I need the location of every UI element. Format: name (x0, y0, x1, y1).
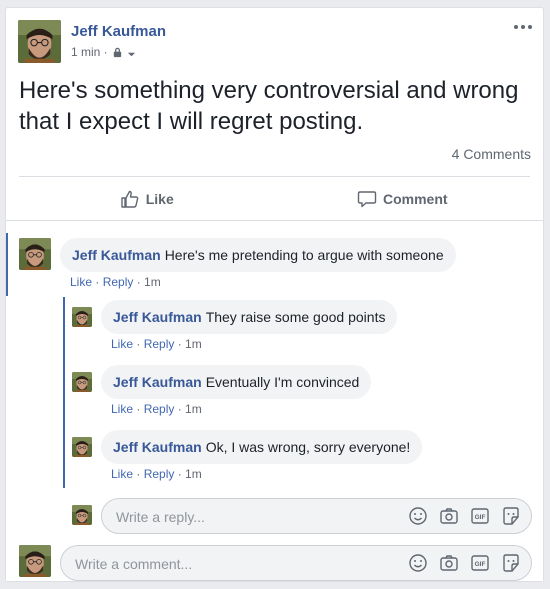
comment-input[interactable] (73, 546, 337, 582)
reply-thread-bar (63, 297, 65, 488)
caret-down-icon[interactable] (127, 48, 136, 57)
comments-section: Jeff Kaufman Here's me pretending to argu… (6, 220, 543, 582)
reply-like-link[interactable]: Like (111, 467, 133, 481)
avatar[interactable] (18, 20, 61, 63)
reply-time[interactable]: 1m (185, 337, 202, 351)
gif-icon[interactable]: GIF (470, 506, 490, 526)
comment-icon (357, 190, 377, 207)
post-time[interactable]: 1 min · (71, 45, 108, 59)
svg-text:GIF: GIF (475, 514, 486, 521)
comment-actions: Like · Reply · 1m (70, 275, 161, 289)
lock-icon[interactable] (112, 47, 123, 58)
camera-icon[interactable] (439, 506, 459, 526)
gif-icon[interactable]: GIF (470, 553, 490, 573)
avatar[interactable] (72, 307, 92, 327)
avatar[interactable] (72, 437, 92, 457)
post-author-name[interactable]: Jeff Kaufman (71, 23, 166, 40)
emoji-icon[interactable] (408, 506, 428, 526)
comment-author-name[interactable]: Jeff Kaufman (72, 247, 161, 263)
reply-actions: Like · Reply · 1m (111, 402, 202, 416)
emoji-icon[interactable] (408, 553, 428, 573)
avatar[interactable] (19, 238, 51, 270)
comment-like-link[interactable]: Like (70, 275, 92, 289)
reply-text: They raise some good points (205, 309, 386, 325)
sticker-icon[interactable] (501, 506, 521, 526)
comment-bubble: Jeff Kaufman Here's me pretending to argu… (60, 238, 456, 272)
reply-reply-link[interactable]: Reply (144, 337, 175, 351)
comment-input-icons: GIF (408, 553, 521, 573)
comment-reply-link[interactable]: Reply (103, 275, 134, 289)
reply-like-link[interactable]: Like (111, 337, 133, 351)
reply-reply-link[interactable]: Reply (144, 467, 175, 481)
comment-time[interactable]: 1m (144, 275, 161, 289)
comment-label: Comment (382, 190, 448, 207)
comment-count-link[interactable]: 4 Comments (452, 146, 531, 162)
avatar (72, 505, 92, 525)
reply-input-icons: GIF (408, 506, 521, 526)
reply-input-box[interactable]: GIF (101, 498, 532, 535)
reply-author-name[interactable]: Jeff Kaufman (113, 309, 202, 325)
thread-highlight-bar (6, 233, 8, 296)
reply-text: Ok, I was wrong, sorry everyone! (205, 439, 411, 455)
post-actions: Like Comment (19, 177, 530, 220)
post-meta: 1 min · (71, 45, 136, 59)
like-label: Like (145, 190, 174, 207)
reply-input[interactable] (114, 499, 378, 535)
camera-icon[interactable] (439, 553, 459, 573)
reply-like-link[interactable]: Like (111, 402, 133, 416)
post-text: Here's something very controversial and … (19, 77, 519, 135)
reply-actions: Like · Reply · 1m (111, 337, 202, 351)
avatar[interactable] (72, 372, 92, 392)
reply-text: Eventually I'm convinced (205, 374, 360, 390)
reply-bubble: Jeff Kaufman They raise some good points (101, 300, 398, 334)
reply-actions: Like · Reply · 1m (111, 467, 202, 481)
reply-author-name[interactable]: Jeff Kaufman (113, 374, 202, 390)
svg-text:GIF: GIF (475, 561, 486, 568)
like-button[interactable]: Like (19, 177, 275, 220)
reply-author-name[interactable]: Jeff Kaufman (113, 439, 202, 455)
comment-text: Here's me pretending to argue with someo… (164, 247, 444, 263)
more-options-icon[interactable] (513, 20, 533, 32)
reply-bubble: Jeff Kaufman Eventually I'm convinced (101, 365, 372, 399)
reply-reply-link[interactable]: Reply (144, 402, 175, 416)
avatar (19, 545, 51, 577)
post-card: Jeff Kaufman 1 min · Here's something ve… (5, 7, 544, 582)
reply-time[interactable]: 1m (185, 402, 202, 416)
sticker-icon[interactable] (501, 553, 521, 573)
like-icon (121, 190, 139, 208)
comment-input-box[interactable]: GIF (60, 545, 532, 582)
reply-time[interactable]: 1m (185, 467, 202, 481)
reply-bubble: Jeff Kaufman Ok, I was wrong, sorry every… (101, 430, 423, 464)
comment-button[interactable]: Comment (275, 177, 531, 220)
